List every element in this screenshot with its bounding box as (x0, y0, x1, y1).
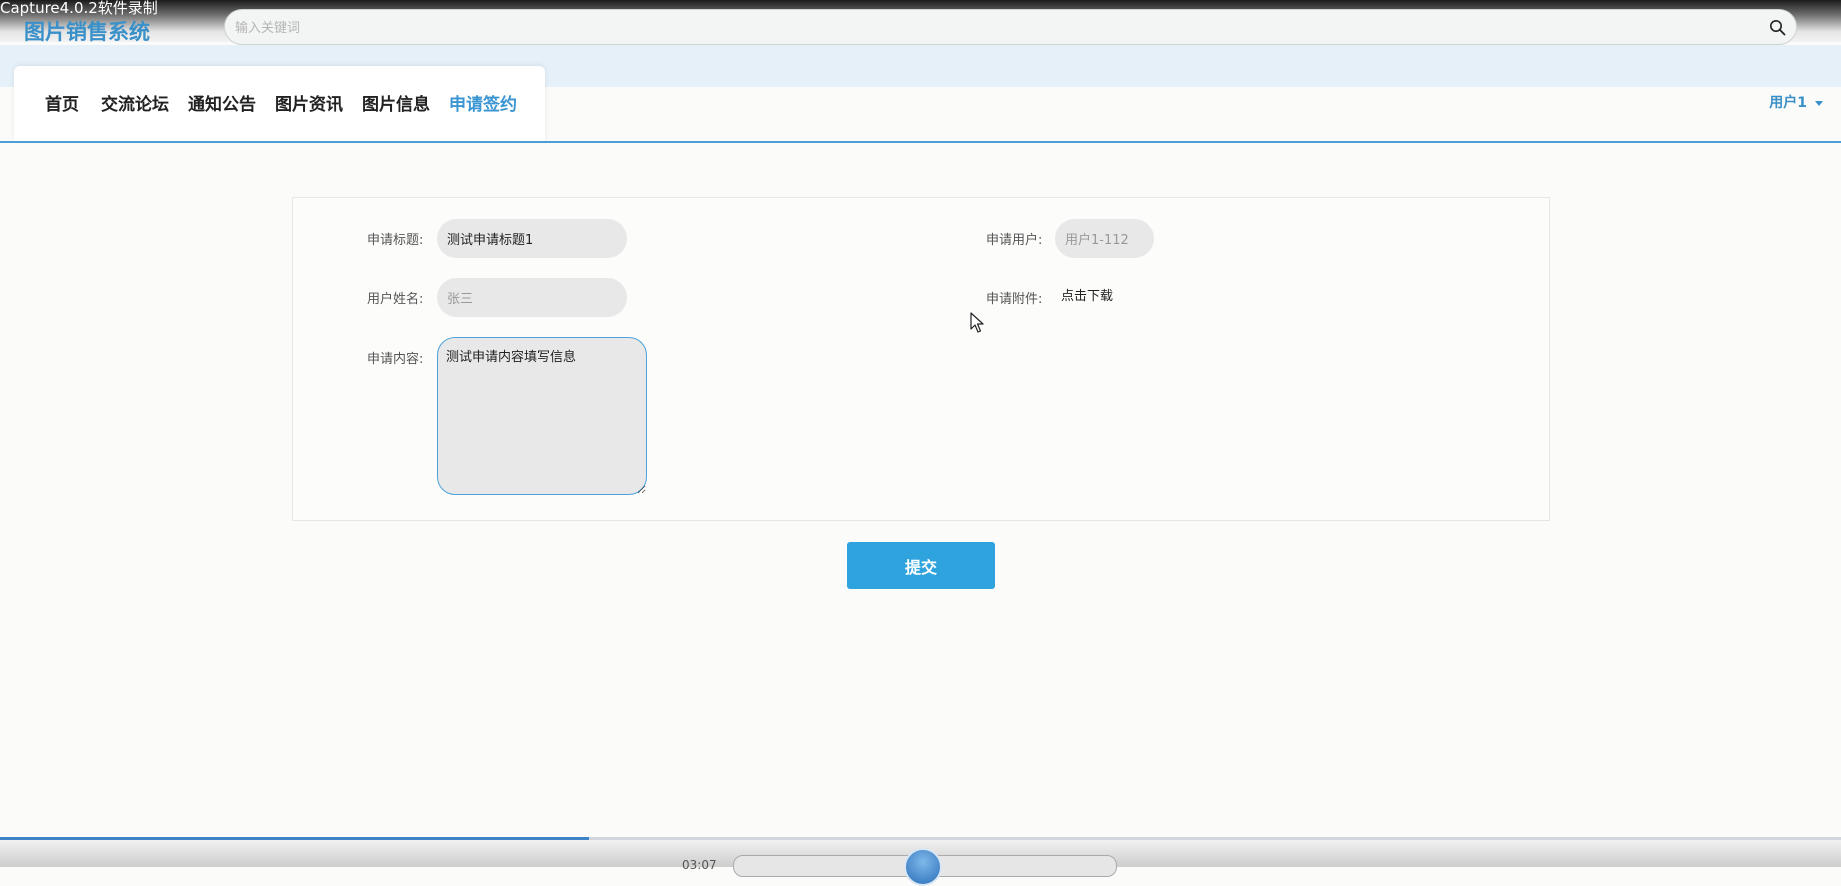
title-label: 申请标题: (367, 233, 424, 248)
player-time: 03:07 (682, 858, 717, 872)
chevron-down-icon (1815, 100, 1823, 106)
applicant-field (1055, 219, 1154, 258)
site-logo-title[interactable]: 图片销售系统 (24, 16, 150, 46)
user-menu-label: 用户1 (1769, 95, 1807, 111)
user-menu[interactable]: 用户1 (1769, 92, 1823, 112)
mouse-cursor-icon (970, 312, 984, 333)
nav-item-forum[interactable]: 交流论坛 (101, 90, 169, 115)
content-label: 申请内容: (367, 352, 424, 367)
main-nav: 首页 交流论坛 通知公告 图片资讯 图片信息 申请签约 (14, 66, 545, 142)
content-textarea[interactable]: 测试申请内容填写信息 (437, 337, 647, 495)
search-bar (224, 9, 1797, 46)
attachment-label: 申请附件: (986, 292, 1043, 307)
title-input[interactable] (437, 219, 627, 258)
nav-item-home[interactable]: 首页 (45, 90, 79, 115)
attachment-download-link[interactable]: 点击下载 (1061, 285, 1113, 304)
header-divider (0, 141, 1841, 143)
nav-item-image-info[interactable]: 图片信息 (362, 90, 430, 115)
search-input[interactable] (233, 10, 1737, 46)
search-icon[interactable] (1769, 19, 1786, 36)
nav-item-apply-contract[interactable]: 申请签约 (449, 90, 517, 115)
applicant-label: 申请用户: (986, 233, 1043, 248)
name-label: 用户姓名: (367, 292, 424, 307)
play-icon[interactable] (904, 848, 942, 886)
submit-button[interactable]: 提交 (847, 542, 995, 589)
nav-item-image-news[interactable]: 图片资讯 (275, 90, 343, 115)
nav-item-notices[interactable]: 通知公告 (188, 90, 256, 115)
name-field (437, 278, 627, 317)
